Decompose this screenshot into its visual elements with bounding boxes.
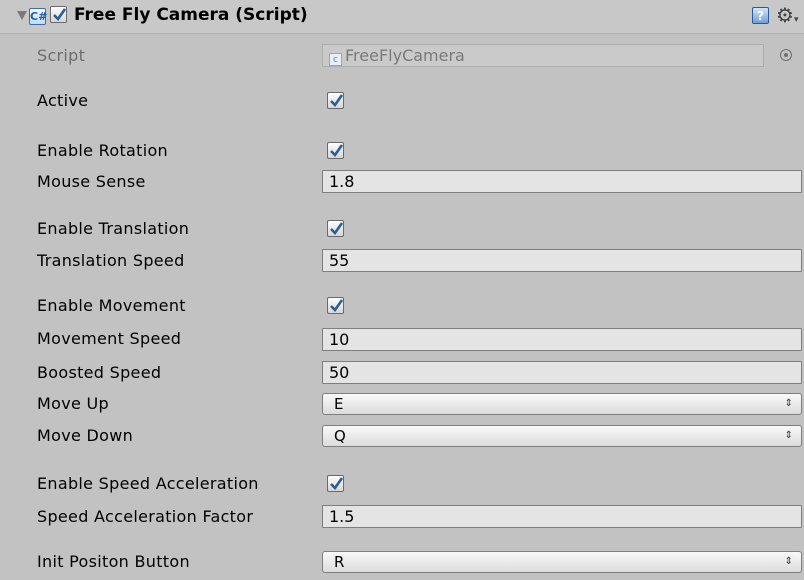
init-position-button-value: R: [334, 553, 345, 571]
gear-icon[interactable]: ⚙▾: [776, 3, 800, 27]
boosted-speed-input[interactable]: 50: [322, 361, 802, 384]
component-header: C# Free Fly Camera (Script) ? ⚙▾: [0, 0, 804, 34]
checkmark-icon: [330, 477, 344, 491]
checkmark-icon: [53, 8, 67, 22]
speed-acceleration-factor-label: Speed Acceleration Factor: [37, 507, 254, 526]
translation-speed-label: Translation Speed: [37, 251, 185, 270]
enable-speed-acceleration-label: Enable Speed Acceleration: [37, 474, 259, 493]
move-down-dropdown[interactable]: Q ⇕: [322, 425, 802, 447]
script-label: Script: [37, 46, 86, 65]
enable-movement-label: Enable Movement: [37, 296, 186, 315]
active-checkbox[interactable]: [327, 92, 344, 109]
movement-speed-input[interactable]: 10: [322, 328, 802, 351]
checkmark-icon: [330, 222, 344, 236]
active-label: Active: [37, 91, 89, 110]
checkmark-icon: [330, 299, 344, 313]
init-position-button-dropdown[interactable]: R ⇕: [322, 551, 802, 573]
boosted-speed-label: Boosted Speed: [37, 363, 162, 382]
dropdown-arrows-icon: ⇕: [784, 398, 793, 409]
script-field: c FreeFlyCamera: [322, 44, 764, 67]
move-up-value: E: [334, 395, 344, 413]
foldout-triangle-icon[interactable]: [17, 11, 27, 20]
component-enabled-checkbox[interactable]: [50, 6, 67, 23]
move-up-dropdown[interactable]: E ⇕: [322, 393, 802, 415]
init-position-button-label: Init Positon Button: [37, 552, 190, 571]
script-file-icon: c: [329, 53, 342, 66]
enable-translation-label: Enable Translation: [37, 219, 190, 238]
help-book-icon[interactable]: ?: [752, 7, 769, 24]
translation-speed-input[interactable]: 55: [322, 249, 802, 272]
move-up-label: Move Up: [37, 394, 109, 413]
checkmark-icon: [330, 144, 344, 158]
enable-movement-checkbox[interactable]: [327, 297, 344, 314]
csharp-script-icon: C#: [29, 8, 48, 25]
speed-acceleration-factor-input[interactable]: 1.5: [322, 505, 802, 528]
enable-rotation-checkbox[interactable]: [327, 142, 344, 159]
dropdown-arrows-icon: ⇕: [784, 430, 793, 441]
enable-translation-checkbox[interactable]: [327, 220, 344, 237]
script-value: FreeFlyCamera: [345, 46, 465, 65]
dropdown-arrows-icon: ⇕: [784, 556, 793, 567]
enable-rotation-label: Enable Rotation: [37, 141, 168, 160]
object-picker-icon[interactable]: [780, 49, 792, 61]
mouse-sense-input[interactable]: 1.8: [322, 170, 802, 193]
move-down-label: Move Down: [37, 426, 134, 445]
mouse-sense-label: Mouse Sense: [37, 172, 146, 191]
checkmark-icon: [330, 94, 344, 108]
move-down-value: Q: [334, 427, 346, 445]
movement-speed-label: Movement Speed: [37, 329, 182, 348]
enable-speed-acceleration-checkbox[interactable]: [327, 475, 344, 492]
component-title: Free Fly Camera (Script): [74, 5, 308, 25]
